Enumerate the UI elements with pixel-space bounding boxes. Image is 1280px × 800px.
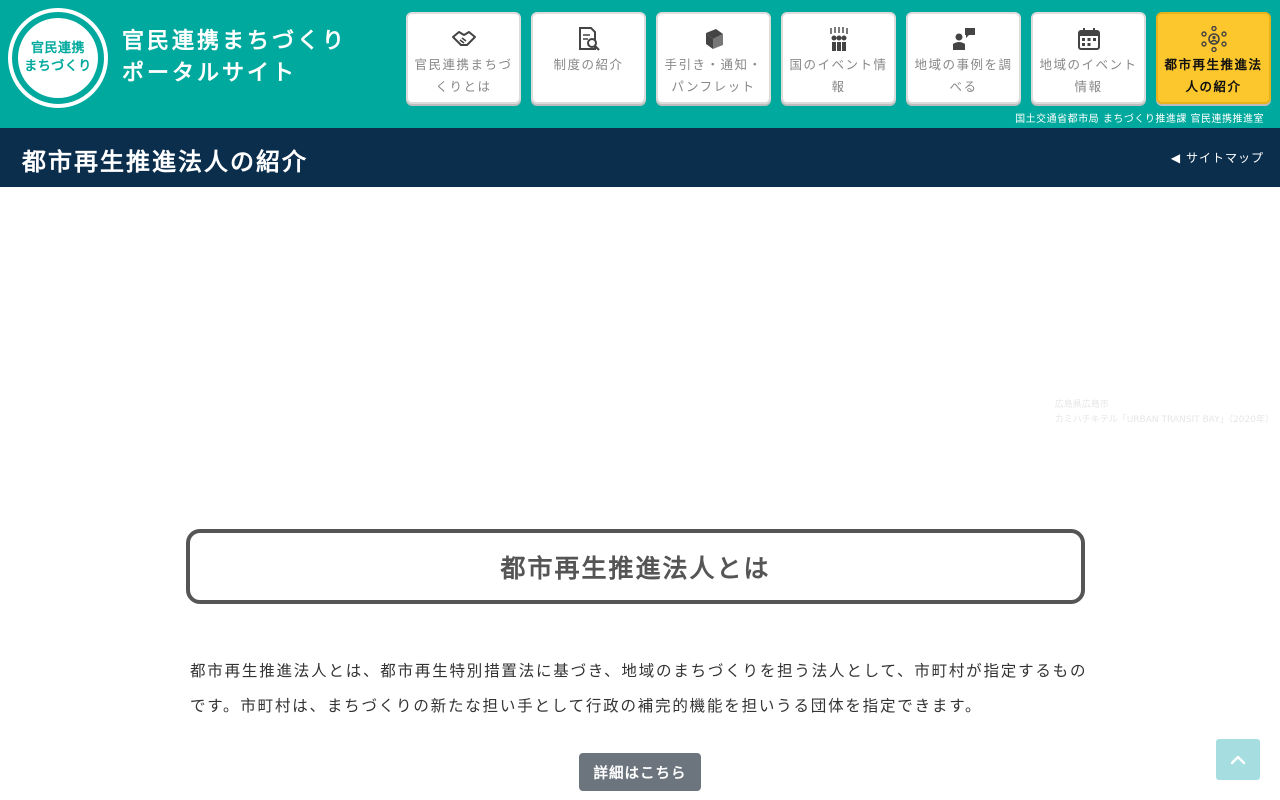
- nav-item-local-cases[interactable]: 地域の事例を調べる: [906, 12, 1021, 104]
- logo-text-line2: まちづくり: [24, 59, 92, 74]
- nav-label-national-events: 国のイベント情報: [789, 57, 888, 94]
- nav-item-system[interactable]: 制度の紹介: [531, 12, 646, 104]
- handshake-icon: [451, 26, 477, 52]
- nav-label-local-events: 地域のイベント情報: [1039, 57, 1138, 94]
- hero-caption-line2: カミハチキテル「URBAN TRANSIT BAY」（2020年）: [1054, 415, 1274, 425]
- hero-caption: 広島県広島市 カミハチキテル「URBAN TRANSIT BAY」（2020年）: [1055, 398, 1274, 428]
- sitemap-link[interactable]: ◀ サイトマップ: [1171, 149, 1264, 166]
- section-description: 都市再生推進法人とは、都市再生特別措置法に基づき、地域のまちづくりを担う法人とし…: [190, 662, 1088, 715]
- back-to-top-button[interactable]: [1216, 739, 1260, 780]
- calendar-icon: [1076, 26, 1102, 52]
- nav-item-guides[interactable]: 手引き・通知・パンフレット: [656, 12, 771, 104]
- hero-image-area: 広島県広島市 カミハチキテル「URBAN TRANSIT BAY」（2020年）: [0, 187, 1280, 487]
- nav-item-local-events[interactable]: 地域のイベント情報: [1031, 12, 1146, 104]
- site-title-line2: ポータルサイト: [122, 61, 298, 86]
- hero-caption-line1: 広島県広島市: [1054, 400, 1109, 410]
- main-nav: 官民連携まちづくりとは 制度の紹介 手引き・通知・パンフレット 国のイベント情報…: [406, 12, 1271, 104]
- triangle-left-icon: ◀: [1170, 151, 1182, 165]
- page-title-bar: 都市再生推進法人の紹介 ◀ サイトマップ: [0, 128, 1280, 187]
- chat-person-icon: [951, 26, 977, 52]
- cheering-people-icon: [826, 26, 852, 52]
- nav-label-guides: 手引き・通知・パンフレット: [664, 57, 763, 94]
- people-network-icon: [1200, 26, 1227, 52]
- site-title-line1: 官民連携まちづくり: [122, 29, 348, 54]
- logo-text-line1: 官民連携: [30, 41, 85, 56]
- page-title: 都市再生推進法人の紹介: [22, 148, 308, 176]
- logo-inner: 官民連携 まちづくり: [18, 18, 98, 98]
- nav-item-national-events[interactable]: 国のイベント情報: [781, 12, 896, 104]
- nav-label-urban-corporations: 都市再生推進法人の紹介: [1164, 57, 1263, 94]
- site-header: 官民連携 まちづくり 官民連携まちづくり ポータルサイト 官民連携まちづくりとは…: [0, 0, 1280, 128]
- nav-label-local-cases: 地域の事例を調べる: [914, 57, 1013, 94]
- book-icon: [701, 26, 727, 52]
- nav-item-about[interactable]: 官民連携まちづくりとは: [406, 12, 521, 104]
- section-title: 都市再生推進法人とは: [500, 553, 771, 583]
- document-search-icon: [576, 26, 602, 52]
- chevron-up-icon: [1230, 755, 1246, 764]
- sitemap-label: サイトマップ: [1185, 151, 1264, 165]
- ministry-credit: 国土交通省都市局 まちづくり推進課 官民連携推進室: [1015, 114, 1264, 125]
- details-button[interactable]: 詳細はこちら: [579, 753, 701, 791]
- nav-label-system: 制度の紹介: [553, 57, 624, 72]
- nav-item-urban-corporations[interactable]: 都市再生推進法人の紹介: [1156, 12, 1271, 104]
- site-logo[interactable]: 官民連携 まちづくり: [8, 8, 108, 108]
- site-title[interactable]: 官民連携まちづくり ポータルサイト: [122, 26, 347, 90]
- section-heading-box: 都市再生推進法人とは: [186, 529, 1085, 604]
- nav-label-about: 官民連携まちづくりとは: [414, 57, 513, 94]
